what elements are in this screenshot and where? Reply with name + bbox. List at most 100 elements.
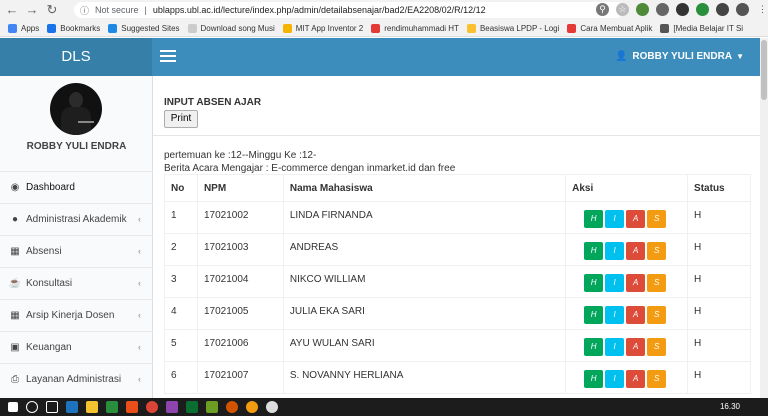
bookmark-suggested[interactable]: Suggested Sites	[108, 23, 180, 33]
app-icon[interactable]	[206, 401, 218, 413]
cell-no: 5	[164, 329, 198, 362]
sakit-button[interactable]: S	[647, 274, 667, 292]
sidebar-item-administrasi-akademik[interactable]: ● Administrasi Akademik ‹	[0, 203, 153, 235]
sakit-button[interactable]: S	[647, 338, 667, 356]
app-icon[interactable]	[186, 401, 198, 413]
security-label: Not secure	[95, 5, 139, 15]
chevron-left-icon: ‹	[138, 310, 141, 320]
sidebar-item-label: Layanan Administrasi	[26, 374, 122, 385]
alpha-button[interactable]: A	[626, 210, 646, 228]
chrome-icon[interactable]	[146, 401, 158, 413]
search-icon[interactable]	[26, 401, 38, 413]
izin-button[interactable]: I	[605, 370, 625, 388]
reload-icon[interactable]: ↻	[44, 2, 60, 18]
app-icon[interactable]	[266, 401, 278, 413]
sakit-button[interactable]: S	[647, 242, 667, 260]
bookmark-download[interactable]: Download song Musi	[187, 23, 275, 33]
star-icon[interactable]: ☆	[616, 3, 629, 16]
app-icon[interactable]	[246, 401, 258, 413]
sakit-button[interactable]: S	[647, 370, 667, 388]
app-icon[interactable]	[126, 401, 138, 413]
izin-button[interactable]: I	[605, 306, 625, 324]
book-icon: ▦	[10, 246, 20, 257]
berita-acara: Berita Acara Mengajar : E-commerce denga…	[164, 163, 456, 174]
cell-aksi: HIAS	[565, 297, 689, 330]
page-scrollbar[interactable]	[760, 38, 768, 398]
bookmark-cara[interactable]: Cara Membuat Aplik	[567, 23, 652, 33]
hadir-button[interactable]: H	[584, 338, 604, 356]
app-logo[interactable]: DLS	[0, 38, 152, 76]
bookmark-bookmarks[interactable]: Bookmarks	[47, 23, 100, 33]
windows-start-icon[interactable]	[8, 402, 18, 412]
izin-button[interactable]: I	[605, 242, 625, 260]
bookmark-media[interactable]: [Media Belajar IT Si	[660, 23, 743, 33]
hadir-button[interactable]: H	[584, 274, 604, 292]
sakit-button[interactable]: S	[647, 306, 667, 324]
meeting-info: pertemuan ke :12--Minggu Ke :12-	[164, 150, 317, 161]
app-icon[interactable]	[226, 401, 238, 413]
sidebar-item-dashboard[interactable]: ◉ Dashboard	[0, 171, 153, 203]
bookmark-apps[interactable]: Apps	[8, 23, 39, 33]
app-icon[interactable]	[106, 401, 118, 413]
chevron-left-icon: ‹	[138, 246, 141, 256]
izin-button[interactable]: I	[605, 210, 625, 228]
extension-icon[interactable]	[696, 3, 709, 16]
bookmark-rendi[interactable]: rendimuhammadi HT	[371, 23, 459, 33]
cell-nama: AYU WULAN SARI	[282, 329, 567, 362]
sidebar-menu: ◉ Dashboard ● Administrasi Akademik ‹ ▦ …	[0, 171, 153, 395]
izin-button[interactable]: I	[605, 338, 625, 356]
sidebar-item-label: Dashboard	[26, 182, 75, 193]
print-button[interactable]: Print	[164, 110, 198, 128]
user-menu[interactable]: 👤 ROBBY YULI ENDRA ▼	[615, 38, 744, 76]
chevron-left-icon: ‹	[138, 214, 141, 224]
extension-icon[interactable]	[636, 3, 649, 16]
menu-toggle-icon[interactable]	[160, 50, 176, 62]
hadir-button[interactable]: H	[584, 370, 604, 388]
alpha-button[interactable]: A	[626, 370, 646, 388]
action-buttons: HIAS	[572, 306, 687, 324]
taskbar: 16.30	[0, 398, 768, 416]
sakit-button[interactable]: S	[647, 210, 667, 228]
dashboard-icon: ◉	[10, 182, 20, 193]
sidebar-item-keuangan[interactable]: ▣ Keuangan ‹	[0, 331, 153, 363]
app-icon[interactable]	[166, 401, 178, 413]
money-icon: ▣	[10, 342, 20, 353]
clock[interactable]: 16.30	[720, 398, 740, 416]
scrollbar-thumb[interactable]	[761, 40, 767, 100]
hadir-button[interactable]: H	[584, 306, 604, 324]
sidebar-item-label: Administrasi Akademik	[26, 214, 127, 225]
camera-icon[interactable]	[656, 3, 669, 16]
sidebar-item-layanan-administrasi[interactable]: ⎙ Layanan Administrasi ‹	[0, 363, 153, 395]
edge-icon[interactable]	[66, 401, 78, 413]
cell-status: H	[687, 329, 751, 362]
alpha-button[interactable]: A	[626, 274, 646, 292]
back-icon[interactable]: ←	[4, 2, 20, 18]
avatar	[50, 83, 102, 135]
task-view-icon[interactable]	[46, 401, 58, 413]
menu-icon[interactable]: ⋮	[756, 3, 768, 16]
file-explorer-icon[interactable]	[86, 401, 98, 413]
izin-button[interactable]: I	[605, 274, 625, 292]
alpha-button[interactable]: A	[626, 338, 646, 356]
hadir-button[interactable]: H	[584, 210, 604, 228]
info-icon[interactable]: ⓘ	[80, 4, 89, 17]
search-icon[interactable]: ⚲	[596, 3, 609, 16]
alpha-button[interactable]: A	[626, 242, 646, 260]
hadir-button[interactable]: H	[584, 242, 604, 260]
forward-icon[interactable]: →	[24, 2, 40, 18]
sidebar-item-absensi[interactable]: ▦ Absensi ‹	[0, 235, 153, 267]
address-bar[interactable]: ⓘ Not secure | ublapps.ubl.ac.id/lecture…	[74, 2, 624, 18]
extension-icon[interactable]	[716, 3, 729, 16]
alpha-button[interactable]: A	[626, 306, 646, 324]
profile-avatar-icon[interactable]	[736, 3, 749, 16]
sidebar-item-arsip-kinerja-dosen[interactable]: ▦ Arsip Kinerja Dosen ‹	[0, 299, 153, 331]
action-buttons: HIAS	[572, 370, 687, 388]
sidebar-item-konsultasi[interactable]: ☕ Konsultasi ‹	[0, 267, 153, 299]
apps-icon	[8, 23, 17, 33]
url-text[interactable]: ublapps.ubl.ac.id/lecture/index.php/admi…	[153, 5, 486, 15]
bookmark-mit[interactable]: MIT App Inventor 2	[282, 23, 363, 33]
cell-npm: 17021006	[196, 329, 284, 362]
attendance-table: No NPM Nama Mahasiswa Aksi Status 1 17021…	[164, 174, 751, 394]
extension-icon[interactable]	[676, 3, 689, 16]
bookmark-lpdp[interactable]: Beasiswa LPDP - Logi	[466, 23, 559, 33]
